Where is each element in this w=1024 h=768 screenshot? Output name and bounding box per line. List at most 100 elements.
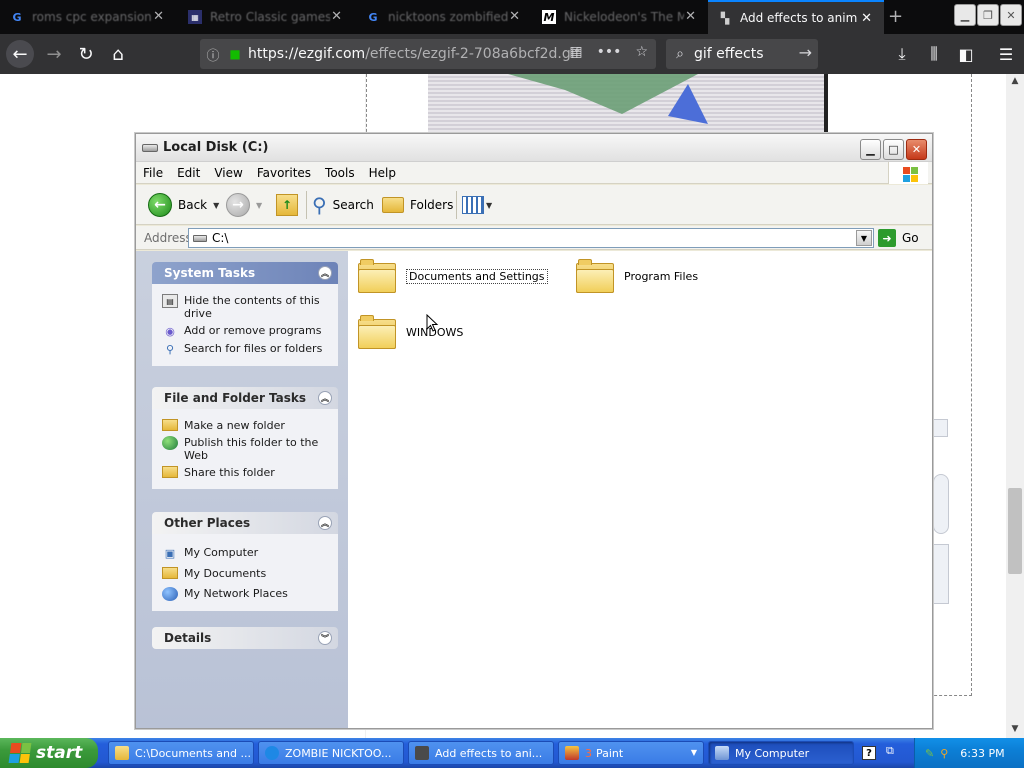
info-icon[interactable]: ⓘ <box>200 45 226 64</box>
bookmark-star-icon[interactable]: ☆ <box>635 44 648 60</box>
browser-tab-active[interactable]: ▚ Add effects to animated ✕ <box>708 0 884 34</box>
chevron-down-icon[interactable]: ▼ <box>213 201 219 210</box>
forward-icon[interactable]: → <box>40 40 68 68</box>
collapse-icon[interactable]: ︽ <box>318 516 332 530</box>
place-my-network[interactable]: My Network Places <box>162 587 332 601</box>
task-pane: System Tasks ︽ ▤ Hide the contents of th… <box>136 251 348 728</box>
tab-title: Add effects to animated <box>740 11 858 25</box>
task-hide-contents[interactable]: ▤ Hide the contents of this drive <box>162 294 332 320</box>
close-icon[interactable]: ✕ <box>1000 4 1022 26</box>
search-go-icon[interactable]: → <box>799 43 812 62</box>
task-add-remove-programs[interactable]: ◉ Add or remove programs <box>162 324 332 338</box>
close-tab-icon[interactable]: ✕ <box>509 9 520 24</box>
folder-item[interactable]: Documents and Settings <box>358 259 548 293</box>
taskbar-item[interactable]: ZOMBIE NICKTOO... <box>258 741 404 765</box>
chevron-down-icon[interactable]: ▼ <box>691 748 697 757</box>
reader-view-icon[interactable]: ▤ <box>569 44 582 60</box>
download-icon[interactable]: ⤓ <box>888 40 916 68</box>
collapse-icon[interactable]: ︽ <box>318 391 332 405</box>
close-tab-icon[interactable]: ✕ <box>153 9 164 24</box>
minimize-icon[interactable]: ▁ <box>954 4 976 26</box>
search-button[interactable]: ⚲ Search <box>312 189 374 221</box>
file-folder-tasks-header[interactable]: File and Folder Tasks ︽ <box>152 387 338 409</box>
minimize-icon[interactable]: ▁ <box>860 139 881 160</box>
maximize-icon[interactable]: □ <box>883 139 904 160</box>
page-scrollbar[interactable]: ▲ ▼ <box>1006 74 1024 740</box>
place-my-documents[interactable]: My Documents <box>162 567 332 580</box>
new-tab-icon[interactable]: + <box>888 6 903 27</box>
taskbar-item[interactable]: C:\Documents and ... <box>108 741 254 765</box>
search-icon: ⌕ <box>676 46 684 62</box>
expand-icon[interactable]: ︾ <box>318 631 332 645</box>
chevron-down-icon[interactable]: ▼ <box>486 201 492 210</box>
url-bar[interactable]: ⓘ ■ https://ezgif.com/effects/ezgif-2-70… <box>200 39 656 69</box>
task-label: Search for files or folders <box>184 342 323 355</box>
up-folder-button[interactable]: ↑ <box>276 189 298 221</box>
browser-tab[interactable]: G nicktoons zombified ✕ <box>356 0 532 34</box>
menu-file[interactable]: File <box>136 166 170 180</box>
help-icon[interactable]: ? <box>862 746 876 760</box>
scrollbar-thumb[interactable] <box>1008 488 1022 574</box>
start-button[interactable]: start <box>0 738 98 768</box>
search-tray-icon[interactable]: ⚲ <box>940 747 948 760</box>
tab-title: Retro Classic games <box>210 10 330 24</box>
chevron-down-icon[interactable]: ▼ <box>256 201 262 210</box>
folders-button[interactable]: Folders <box>382 189 453 221</box>
computer-icon: ▣ <box>164 546 176 560</box>
search-icon: ⚲ <box>312 193 327 217</box>
explorer-body: System Tasks ︽ ▤ Hide the contents of th… <box>136 251 932 728</box>
go-button[interactable]: ➜ Go <box>878 229 919 247</box>
back-icon[interactable]: ← <box>6 40 34 68</box>
menu-view[interactable]: View <box>207 166 249 180</box>
back-arrow-icon: ← <box>148 193 172 217</box>
scroll-down-icon[interactable]: ▼ <box>1009 724 1021 738</box>
taskbar-item[interactable]: Add effects to ani... <box>408 741 554 765</box>
library-icon[interactable]: ⫼ <box>920 40 948 68</box>
address-input[interactable]: C:\ ▼ <box>188 228 874 248</box>
folder-item[interactable]: Program Files <box>576 259 698 293</box>
task-share-folder[interactable]: Share this folder <box>162 466 332 479</box>
scroll-up-icon[interactable]: ▲ <box>1009 76 1021 90</box>
search-bar[interactable]: ⌕ gif effects → <box>666 39 818 69</box>
chevron-down-icon[interactable]: ▼ <box>856 230 872 246</box>
taskbar: start C:\Documents and ... ZOMBIE NICKTO… <box>0 738 1024 768</box>
browser-tab[interactable]: M Nickelodeon's The Mo ✕ <box>532 0 708 34</box>
views-button[interactable]: ▼ <box>462 189 492 221</box>
taskbar-item-group[interactable]: 3 Paint ▼ <box>558 741 704 765</box>
window-title-bar[interactable]: Local Disk (C:) ▁ □ ✕ <box>136 134 932 162</box>
task-make-new-folder[interactable]: Make a new folder <box>162 419 332 432</box>
menu-edit[interactable]: Edit <box>170 166 207 180</box>
forward-button[interactable]: → ▼ <box>226 189 262 221</box>
home-icon[interactable]: ⌂ <box>104 40 132 68</box>
clock[interactable]: 6:33 PM <box>960 747 1004 760</box>
folder-item[interactable]: WINDOWS <box>358 315 463 349</box>
place-my-computer[interactable]: ▣ My Computer <box>162 546 332 560</box>
system-tasks-header[interactable]: System Tasks ︽ <box>152 262 338 284</box>
reload-icon[interactable]: ↻ <box>72 40 100 68</box>
menu-tools[interactable]: Tools <box>318 166 362 180</box>
back-button[interactable]: ← Back ▼ <box>148 189 219 221</box>
network-tray-icon[interactable]: ✎ <box>925 747 934 760</box>
taskbar-item-active[interactable]: My Computer <box>708 741 854 765</box>
close-tab-icon[interactable]: ✕ <box>685 9 696 24</box>
menu-help[interactable]: Help <box>362 166 403 180</box>
address-label: Address <box>144 231 192 245</box>
task-publish-web[interactable]: Publish this folder to the Web <box>162 436 332 462</box>
task-search-files[interactable]: ⚲ Search for files or folders <box>162 342 332 356</box>
collapse-icon[interactable]: ︽ <box>318 266 332 280</box>
close-tab-icon[interactable]: ✕ <box>331 9 342 24</box>
sidebar-icon[interactable]: ◧ <box>952 40 980 68</box>
browser-tab[interactable]: ▦ Retro Classic games ✕ <box>178 0 354 34</box>
drive-contents-icon: ▤ <box>162 294 178 308</box>
details-header[interactable]: Details ︾ <box>152 627 338 649</box>
close-tab-icon[interactable]: ✕ <box>861 11 872 26</box>
browser-tab[interactable]: G roms cpc expansion ✕ <box>0 0 176 34</box>
menu-favorites[interactable]: Favorites <box>250 166 318 180</box>
ezgif-icon: ▚ <box>720 11 730 25</box>
restore-icon[interactable]: ⧉ <box>886 744 894 758</box>
menu-icon[interactable]: ☰ <box>992 40 1020 68</box>
restore-icon[interactable]: ❐ <box>977 4 999 26</box>
close-icon[interactable]: ✕ <box>906 139 927 160</box>
other-places-header[interactable]: Other Places ︽ <box>152 512 338 534</box>
page-actions-icon[interactable]: ••• <box>597 44 622 60</box>
